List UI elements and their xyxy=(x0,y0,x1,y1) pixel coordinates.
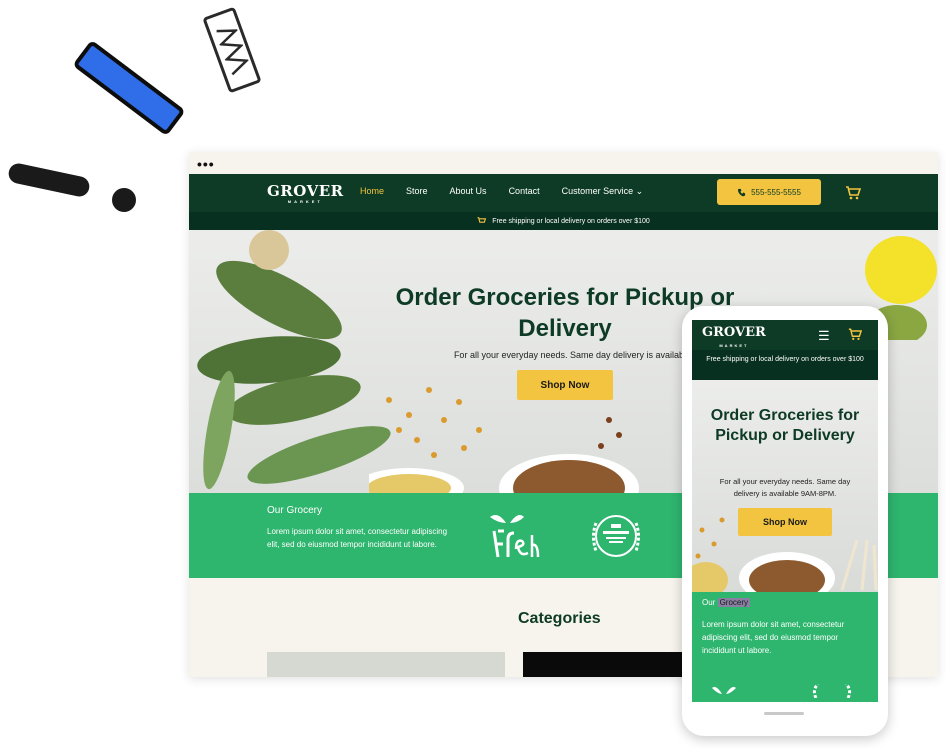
nav-home[interactable]: Home xyxy=(360,186,384,197)
mobile-grocery-heading-prefix: Our xyxy=(702,598,718,607)
shipping-text: Free shipping or local delivery on order… xyxy=(492,217,650,225)
mobile-shop-now-button[interactable]: Shop Now xyxy=(738,508,832,536)
mobile-laurel-badge-icon xyxy=(812,684,852,698)
nav-customer-service[interactable]: Customer Service ⌄ xyxy=(562,186,644,197)
cart-small-icon xyxy=(477,217,487,223)
phone-number: 555-555-5555 xyxy=(751,187,801,197)
categories-title: Categories xyxy=(518,610,601,627)
grocery-text: Lorem ipsum dolor sit amet, consectetur … xyxy=(267,527,448,549)
quality-laurel-badge-icon xyxy=(592,515,640,557)
brand-logo[interactable]: GROVER MARKET xyxy=(267,183,344,204)
mobile-shipping-banner: Free shipping or local delivery on order… xyxy=(692,350,878,380)
mobile-hero-subtitle: For all your everyday needs. Same day de… xyxy=(719,477,851,498)
window-dots-icon: ••• xyxy=(197,156,215,172)
shop-now-button[interactable]: Shop Now xyxy=(517,370,613,400)
brand-name: GROVER xyxy=(267,182,344,200)
mobile-grocery-text: Lorem ipsum dolor sit amet, consectetur … xyxy=(702,620,845,655)
site-header: GROVER MARKET Home Store About Us Contac… xyxy=(189,174,938,212)
mobile-grocery-heading: Our Grocery xyxy=(702,598,751,607)
showcase-stage: ••• GROVER MARKET Home Store About Us Co… xyxy=(0,0,946,748)
phone-icon xyxy=(737,188,746,196)
mobile-phone-mockup: GROVER MARKET ☰ Free shipping or local d… xyxy=(682,306,888,736)
black-bar-doodle-shape xyxy=(6,161,92,199)
zigzag-doodle-shape xyxy=(202,6,262,94)
mobile-grocery-heading-highlight: Grocery xyxy=(717,598,751,607)
shipping-banner: Free shipping or local delivery on order… xyxy=(189,212,938,230)
black-dot-doodle-shape xyxy=(112,188,136,212)
blue-doodle-shape xyxy=(72,39,186,137)
brand-tagline: MARKET xyxy=(287,199,323,204)
grocery-heading: Our Grocery xyxy=(267,505,323,516)
phone-call-button[interactable]: 555-555-5555 xyxy=(717,179,821,205)
mobile-cart-icon[interactable] xyxy=(848,328,862,341)
mobile-brand-logo[interactable]: GROVER MARKET xyxy=(702,326,766,352)
mobile-our-grocery-section: Our Grocery Lorem ipsum dolor sit amet, … xyxy=(692,592,878,702)
nav-store[interactable]: Store xyxy=(406,186,428,197)
mobile-brand-name: GROVER xyxy=(702,325,766,340)
cucumbers-image xyxy=(197,230,391,490)
hamburger-menu-icon[interactable]: ☰ xyxy=(818,329,830,342)
category-card[interactable] xyxy=(267,652,505,677)
mobile-hero-section: Order Groceries for Pickup or Delivery F… xyxy=(692,380,878,592)
mobile-fresh-badge-icon xyxy=(712,686,736,694)
mobile-header: GROVER MARKET ☰ xyxy=(692,320,878,350)
home-indicator xyxy=(764,712,804,715)
fresh-badge-icon xyxy=(490,515,540,558)
mobile-shipping-text: Free shipping or local delivery on order… xyxy=(706,356,864,363)
nav-contact[interactable]: Contact xyxy=(509,186,540,197)
main-nav: Home Store About Us Contact Customer Ser… xyxy=(360,186,643,197)
mobile-hero-title: Order Groceries for Pickup or Delivery xyxy=(710,407,860,444)
nav-about-us[interactable]: About Us xyxy=(450,186,487,197)
cart-icon[interactable] xyxy=(845,186,861,200)
